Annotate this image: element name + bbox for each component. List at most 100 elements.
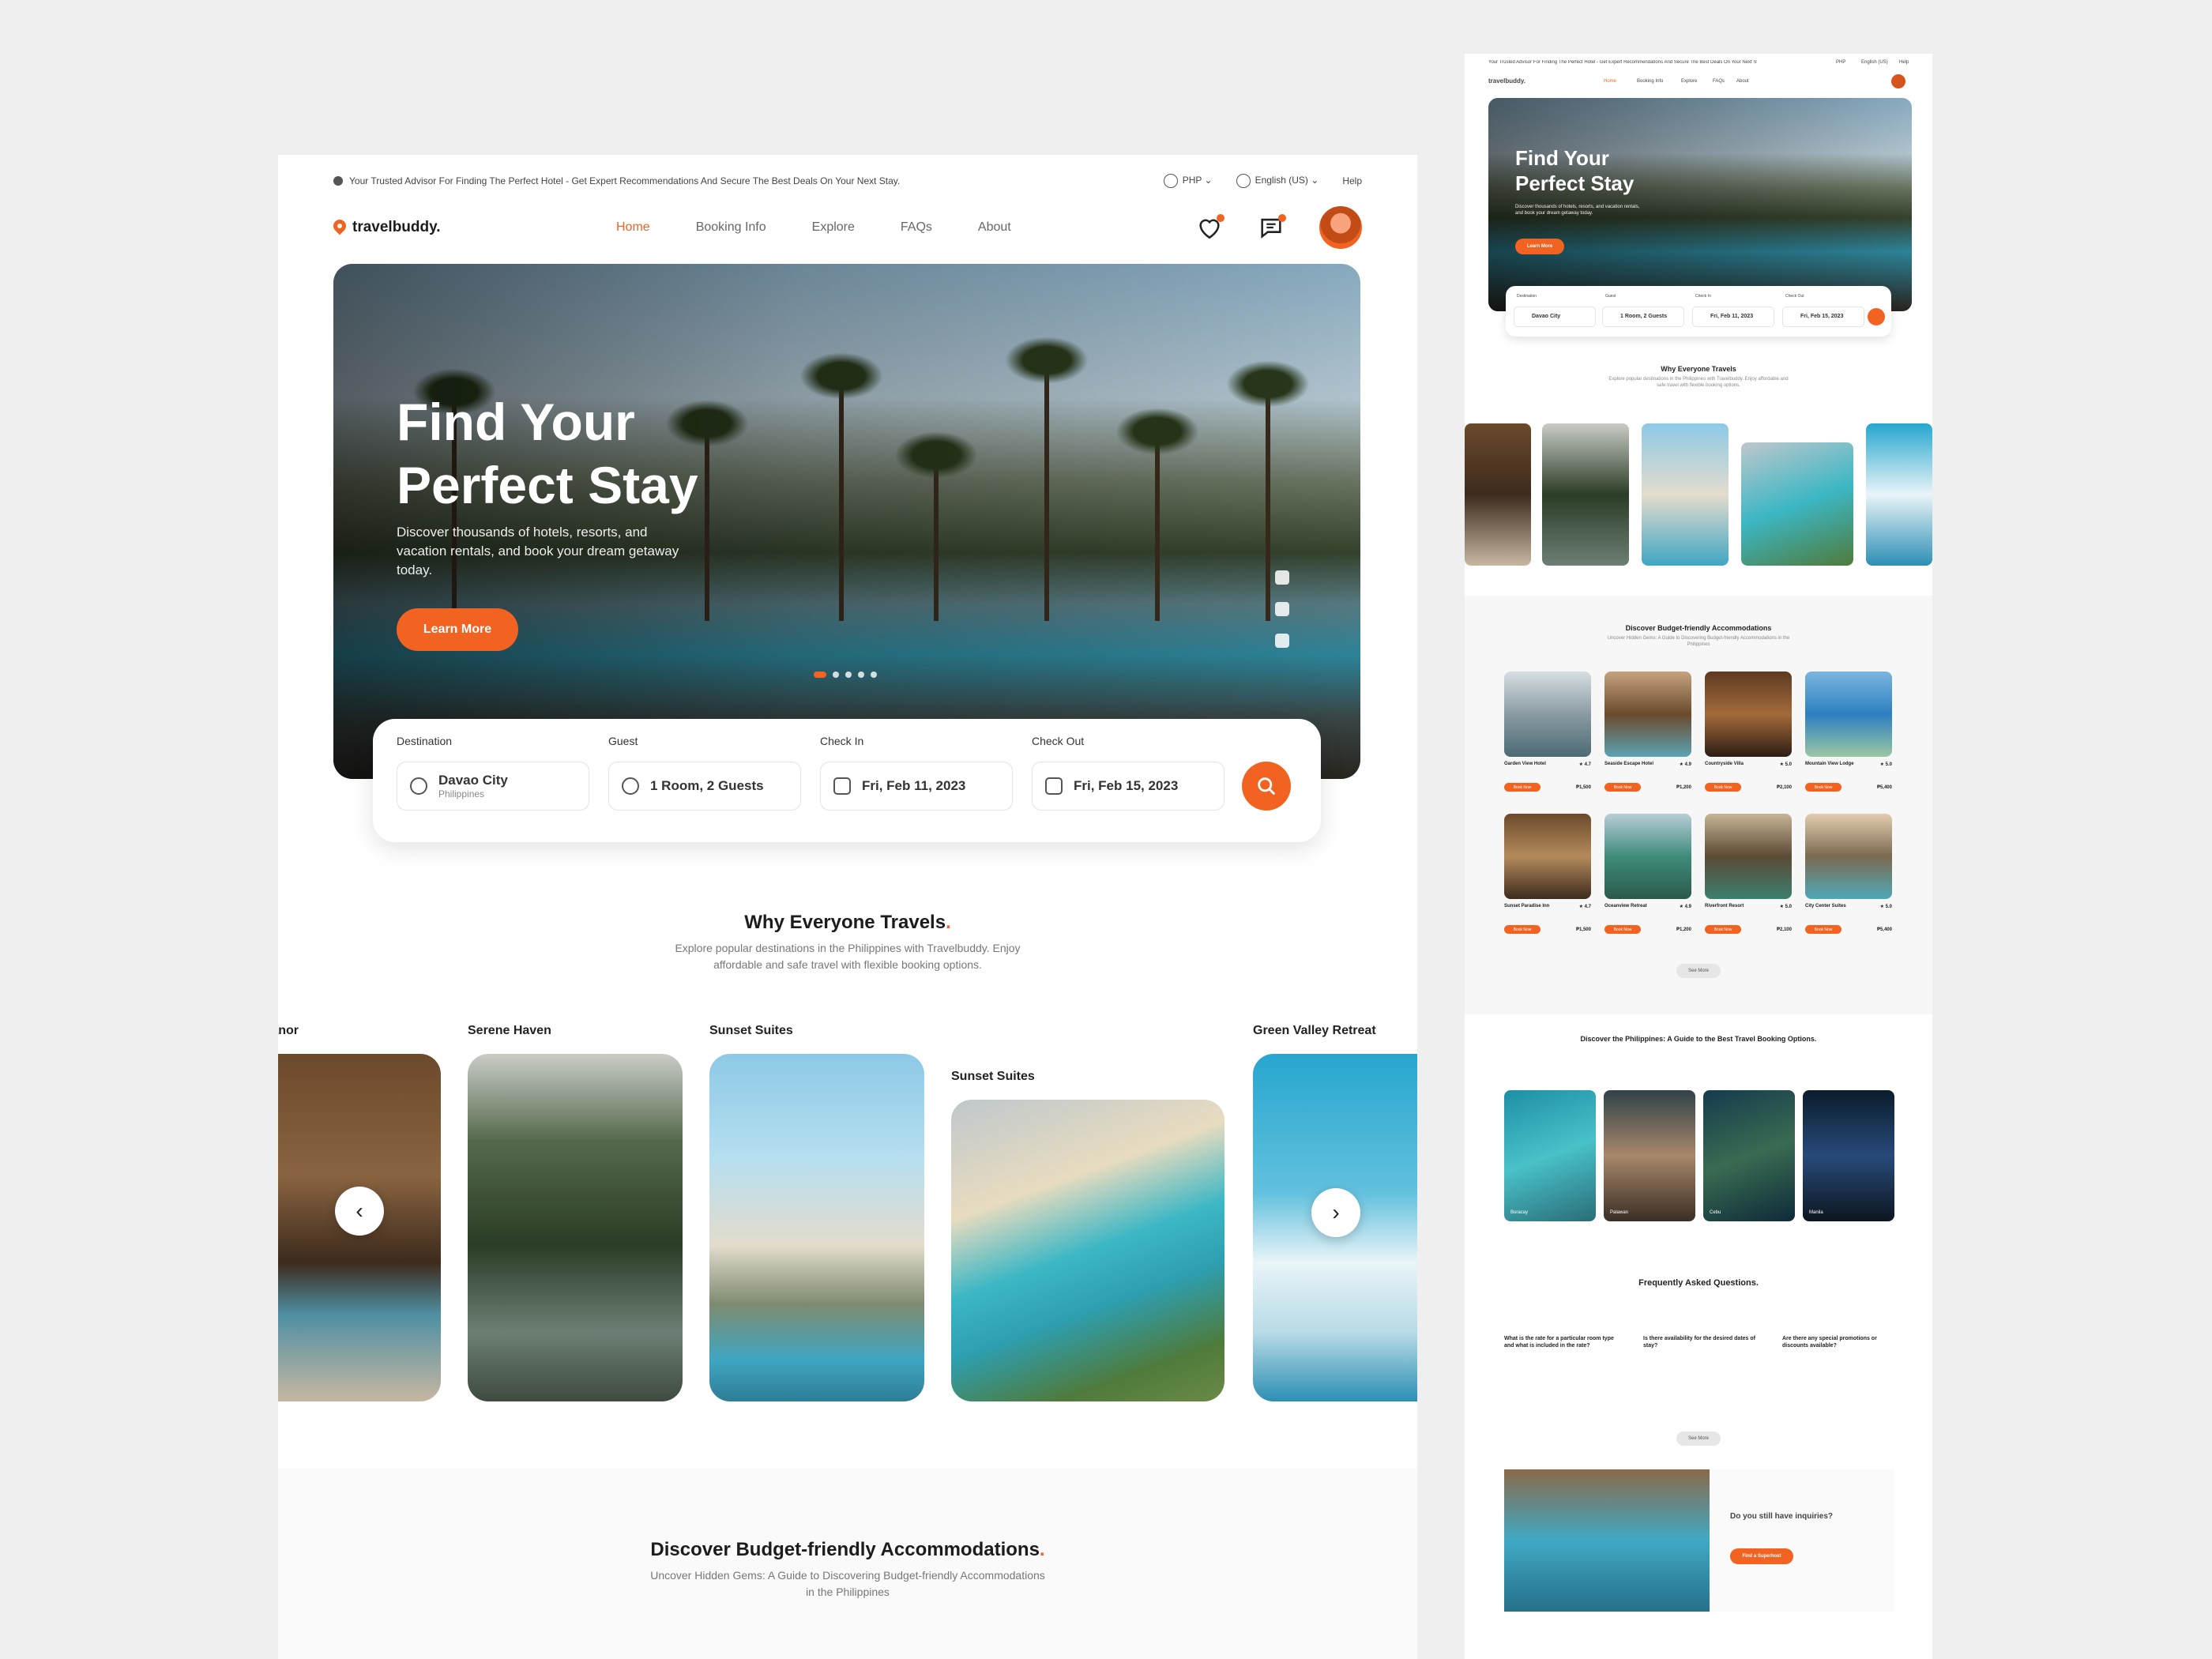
carousel-next-button[interactable]: › xyxy=(1311,1188,1360,1237)
user-avatar[interactable] xyxy=(1319,206,1362,249)
hotel-card[interactable]: Oceanview Retreat ★ 4.9 Book Now ₱1,200 xyxy=(1604,814,1691,934)
language-selector[interactable]: English (US) ⌄ xyxy=(1236,174,1319,188)
mini-brand[interactable]: travelbuddy. xyxy=(1488,77,1525,85)
mini-language[interactable]: English (US) xyxy=(1861,60,1888,65)
faq-answer-placeholder xyxy=(1643,1354,1762,1360)
mini-checkout-input[interactable]: Fri, Feb 15, 2023 xyxy=(1782,307,1864,327)
currency-selector[interactable]: PHP ⌄ xyxy=(1163,174,1213,188)
mini-currency[interactable]: PHP xyxy=(1836,60,1845,65)
mini-card-manor[interactable] xyxy=(1465,423,1531,566)
mini-nav-faqs[interactable]: FAQs xyxy=(1713,79,1725,84)
destination-card-serene-haven[interactable] xyxy=(468,1054,683,1401)
youtube-icon[interactable] xyxy=(1275,602,1289,616)
mini-search-button[interactable] xyxy=(1868,308,1885,325)
chevron-left-icon: ‹ xyxy=(356,1198,363,1223)
destination-card-sunset-suites-beach[interactable] xyxy=(951,1100,1224,1401)
hotel-description xyxy=(1504,912,1591,922)
destination-input[interactable]: Davao City Philippines xyxy=(397,762,589,811)
hotel-rating: ★ 4.9 xyxy=(1679,762,1691,767)
favorites-button[interactable] xyxy=(1196,214,1224,241)
hotel-name: Mountain View Lodge xyxy=(1805,762,1854,766)
mobile-overview-page: Your Trusted Advisor For Finding The Per… xyxy=(1465,54,1932,1659)
mini-place-boracay[interactable]: Boracay xyxy=(1504,1090,1596,1221)
hotel-card[interactable]: Sunset Paradise Inn ★ 4.7 Book Now ₱1,500 xyxy=(1504,814,1591,934)
nav-booking-info[interactable]: Booking Info xyxy=(696,220,766,235)
mini-destination-input[interactable]: Davao City xyxy=(1514,307,1596,327)
learn-more-button[interactable]: Learn More xyxy=(397,608,518,651)
mini-card-sunset-suites-beach[interactable] xyxy=(1741,442,1853,566)
book-now-button[interactable]: Book Now xyxy=(1504,783,1540,792)
book-now-button[interactable]: Book Now xyxy=(1705,925,1741,934)
carousel-dot[interactable] xyxy=(814,672,826,678)
carousel-dot[interactable] xyxy=(845,672,852,678)
carousel-dot[interactable] xyxy=(833,672,839,678)
facebook-icon[interactable] xyxy=(1275,570,1289,585)
nav-explore[interactable]: Explore xyxy=(812,220,855,235)
mini-budget-see-more[interactable]: See More xyxy=(1676,964,1721,978)
faq-item[interactable]: Are there any special promotions or disc… xyxy=(1782,1335,1901,1360)
search-button[interactable] xyxy=(1242,762,1291,811)
mini-nav-about[interactable]: About xyxy=(1736,79,1749,84)
messages-button[interactable] xyxy=(1258,214,1286,241)
card-label: Serene Haven xyxy=(468,1024,551,1037)
hotel-card[interactable]: Garden View Hotel ★ 4.7 Book Now ₱1,500 xyxy=(1504,672,1591,792)
brand-logo[interactable]: travelbuddy. xyxy=(333,219,441,236)
hotel-description xyxy=(1705,912,1792,922)
mini-place-cebu[interactable]: Cebu xyxy=(1703,1090,1795,1221)
destination-card-sunset-suites[interactable] xyxy=(709,1054,924,1401)
carousel-dot[interactable] xyxy=(871,672,877,678)
carousel-prev-button[interactable]: ‹ xyxy=(335,1187,384,1236)
checkin-input[interactable]: Fri, Feb 11, 2023 xyxy=(820,762,1013,811)
nav-home[interactable]: Home xyxy=(616,220,650,235)
hotel-card[interactable]: City Center Suites ★ 5.0 Book Now ₱5,400 xyxy=(1805,814,1892,934)
mini-card-serene-haven[interactable] xyxy=(1542,423,1629,566)
mini-nav-home[interactable]: Home xyxy=(1604,79,1616,84)
faq-item[interactable]: Is there availability for the desired da… xyxy=(1643,1335,1762,1360)
hotel-description xyxy=(1705,770,1792,780)
calendar-icon xyxy=(833,777,851,795)
hotel-rating: ★ 4.7 xyxy=(1578,762,1591,767)
hotel-name: Garden View Hotel xyxy=(1504,762,1546,766)
mini-nav-booking[interactable]: Booking Info xyxy=(1637,79,1663,84)
hotel-card[interactable]: Riverfront Resort ★ 5.0 Book Now ₱2,100 xyxy=(1705,814,1792,934)
search-panel: Destination Davao City Philippines Guest … xyxy=(373,719,1321,842)
nav-about[interactable]: About xyxy=(978,220,1011,235)
mini-nav-explore[interactable]: Explore xyxy=(1681,79,1697,84)
guest-input[interactable]: 1 Room, 2 Guests xyxy=(608,762,801,811)
book-now-button[interactable]: Book Now xyxy=(1604,925,1641,934)
book-now-button[interactable]: Book Now xyxy=(1805,783,1841,792)
mini-learn-more[interactable]: Learn More xyxy=(1515,239,1564,254)
hotel-image xyxy=(1705,672,1792,757)
inquiry-image xyxy=(1504,1469,1710,1612)
hotel-card[interactable]: Seaside Escape Hotel ★ 4.9 Book Now ₱1,200 xyxy=(1604,672,1691,792)
nav-faqs[interactable]: FAQs xyxy=(901,220,932,235)
hotel-card[interactable]: Mountain View Lodge ★ 5.0 Book Now ₱5,400 xyxy=(1805,672,1892,792)
checkout-input[interactable]: Fri, Feb 15, 2023 xyxy=(1032,762,1224,811)
mini-avatar[interactable] xyxy=(1891,74,1905,88)
mini-faq-see-more[interactable]: See More xyxy=(1676,1431,1721,1446)
help-link[interactable]: Help xyxy=(1342,175,1362,186)
hotel-name: Seaside Escape Hotel xyxy=(1604,762,1654,766)
mini-guest-input[interactable]: 1 Room, 2 Guests xyxy=(1602,307,1684,327)
hotel-card[interactable]: Countryside Villa ★ 5.0 Book Now ₱2,100 xyxy=(1705,672,1792,792)
mini-place-palawan[interactable]: Palawan xyxy=(1604,1090,1695,1221)
book-now-button[interactable]: Book Now xyxy=(1705,783,1741,792)
mini-card-green-valley[interactable] xyxy=(1866,423,1932,566)
hotel-description xyxy=(1604,912,1691,922)
mini-help[interactable]: Help xyxy=(1899,60,1909,65)
instagram-icon[interactable] xyxy=(1275,634,1289,648)
hotel-price: ₱1,500 xyxy=(1575,927,1591,932)
top-info-bar: Your Trusted Advisor For Finding The Per… xyxy=(333,169,1362,193)
faq-item[interactable]: What is the rate for a particular room t… xyxy=(1504,1335,1623,1360)
mini-card-sunset-suites[interactable] xyxy=(1642,423,1729,566)
find-superhost-button[interactable]: Find a Superhost xyxy=(1730,1548,1793,1564)
mini-place-manila[interactable]: Manila xyxy=(1803,1090,1894,1221)
mini-checkin-input[interactable]: Fri, Feb 11, 2023 xyxy=(1692,307,1774,327)
book-now-button[interactable]: Book Now xyxy=(1504,925,1540,934)
search-icon xyxy=(1258,777,1275,795)
guest-label: Guest xyxy=(608,735,638,747)
carousel-dot[interactable] xyxy=(858,672,864,678)
book-now-button[interactable]: Book Now xyxy=(1604,783,1641,792)
calendar-icon xyxy=(1045,777,1063,795)
book-now-button[interactable]: Book Now xyxy=(1805,925,1841,934)
